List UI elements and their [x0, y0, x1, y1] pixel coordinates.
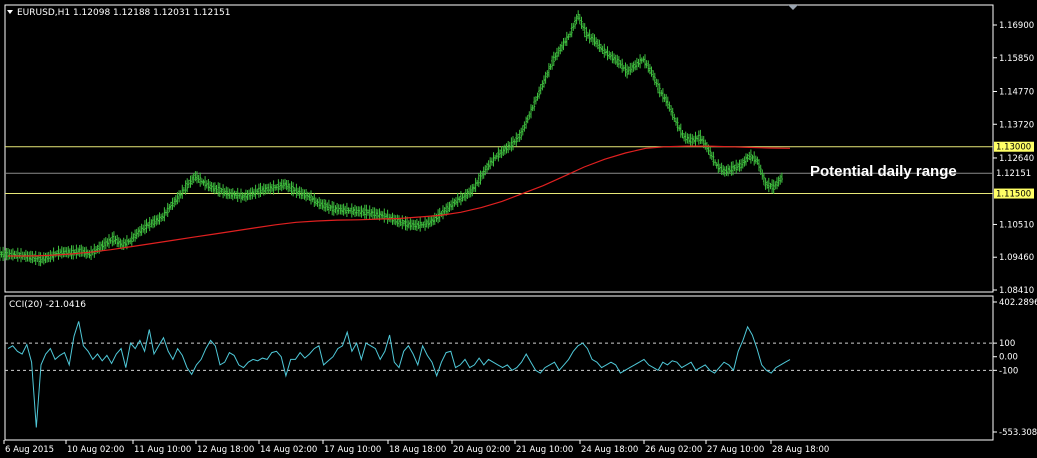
- price-axis-label: 1.14770: [999, 87, 1034, 97]
- annotation-text: Potential daily range: [810, 163, 957, 180]
- cci-axis-label: -100: [999, 366, 1018, 376]
- cci-axis-label: 0.00: [999, 353, 1018, 363]
- chart-canvas[interactable]: 1.16900 1.15850 1.14770 1.13720 1.12640 1.105…: [0, 0, 1037, 458]
- price-tag-label: 1.13000: [996, 143, 1031, 153]
- time-axis-label: 14 Aug 02:00: [260, 445, 317, 455]
- shift-marker-icon[interactable]: [788, 5, 798, 10]
- time-axis-label: 20 Aug 02:00: [453, 445, 510, 455]
- price-axis-label: 1.13720: [999, 120, 1034, 130]
- cci-axis-label: 402.2896: [999, 298, 1037, 308]
- time-axis-label: 10 Aug 02:00: [67, 445, 124, 455]
- cci-axis-label: 100: [999, 339, 1015, 349]
- price-axis-label: 1.12640: [999, 154, 1034, 164]
- symbol-header: EURUSD,H1 1.12098 1.12188 1.12031 1.1215…: [17, 8, 230, 18]
- time-axis-label: 17 Aug 10:00: [324, 445, 381, 455]
- time-axis-label: 11 Aug 10:00: [134, 445, 191, 455]
- time-axis-label: 28 Aug 18:00: [772, 445, 829, 455]
- price-panel-frame: [4, 4, 994, 293]
- price-axis-label: 1.09460: [999, 253, 1034, 263]
- time-axis-label: 26 Aug 02:00: [645, 445, 702, 455]
- dropdown-triangle-icon[interactable]: [7, 10, 13, 14]
- time-axis-label: 12 Aug 18:00: [197, 445, 254, 455]
- indicator-panel-frame: [4, 295, 994, 441]
- time-axis-label: 24 Aug 18:00: [581, 445, 638, 455]
- cci-axis-label: -553.3084: [999, 428, 1037, 438]
- price-axis-label: 1.16900: [999, 21, 1034, 31]
- indicator-header: CCI(20) -21.0416: [9, 300, 86, 310]
- price-tag-label: 1.12151: [996, 169, 1031, 179]
- time-axis-label: 21 Aug 10:00: [516, 445, 573, 455]
- price-axis-label: 1.10510: [999, 220, 1034, 230]
- chart-window: 1.16900 1.15850 1.14770 1.13720 1.12640 1.105…: [0, 0, 1037, 458]
- price-bars: [0, 10, 783, 267]
- price-tag-label: 1.11500: [996, 190, 1031, 200]
- price-axis-label: 1.15850: [999, 54, 1034, 64]
- price-axis-label: 1.08410: [999, 286, 1034, 296]
- time-axis-label: 6 Aug 2015: [5, 445, 54, 455]
- cci-line: [7, 321, 791, 428]
- time-axis-label: 18 Aug 18:00: [389, 445, 446, 455]
- time-axis-label: 27 Aug 10:00: [707, 445, 764, 455]
